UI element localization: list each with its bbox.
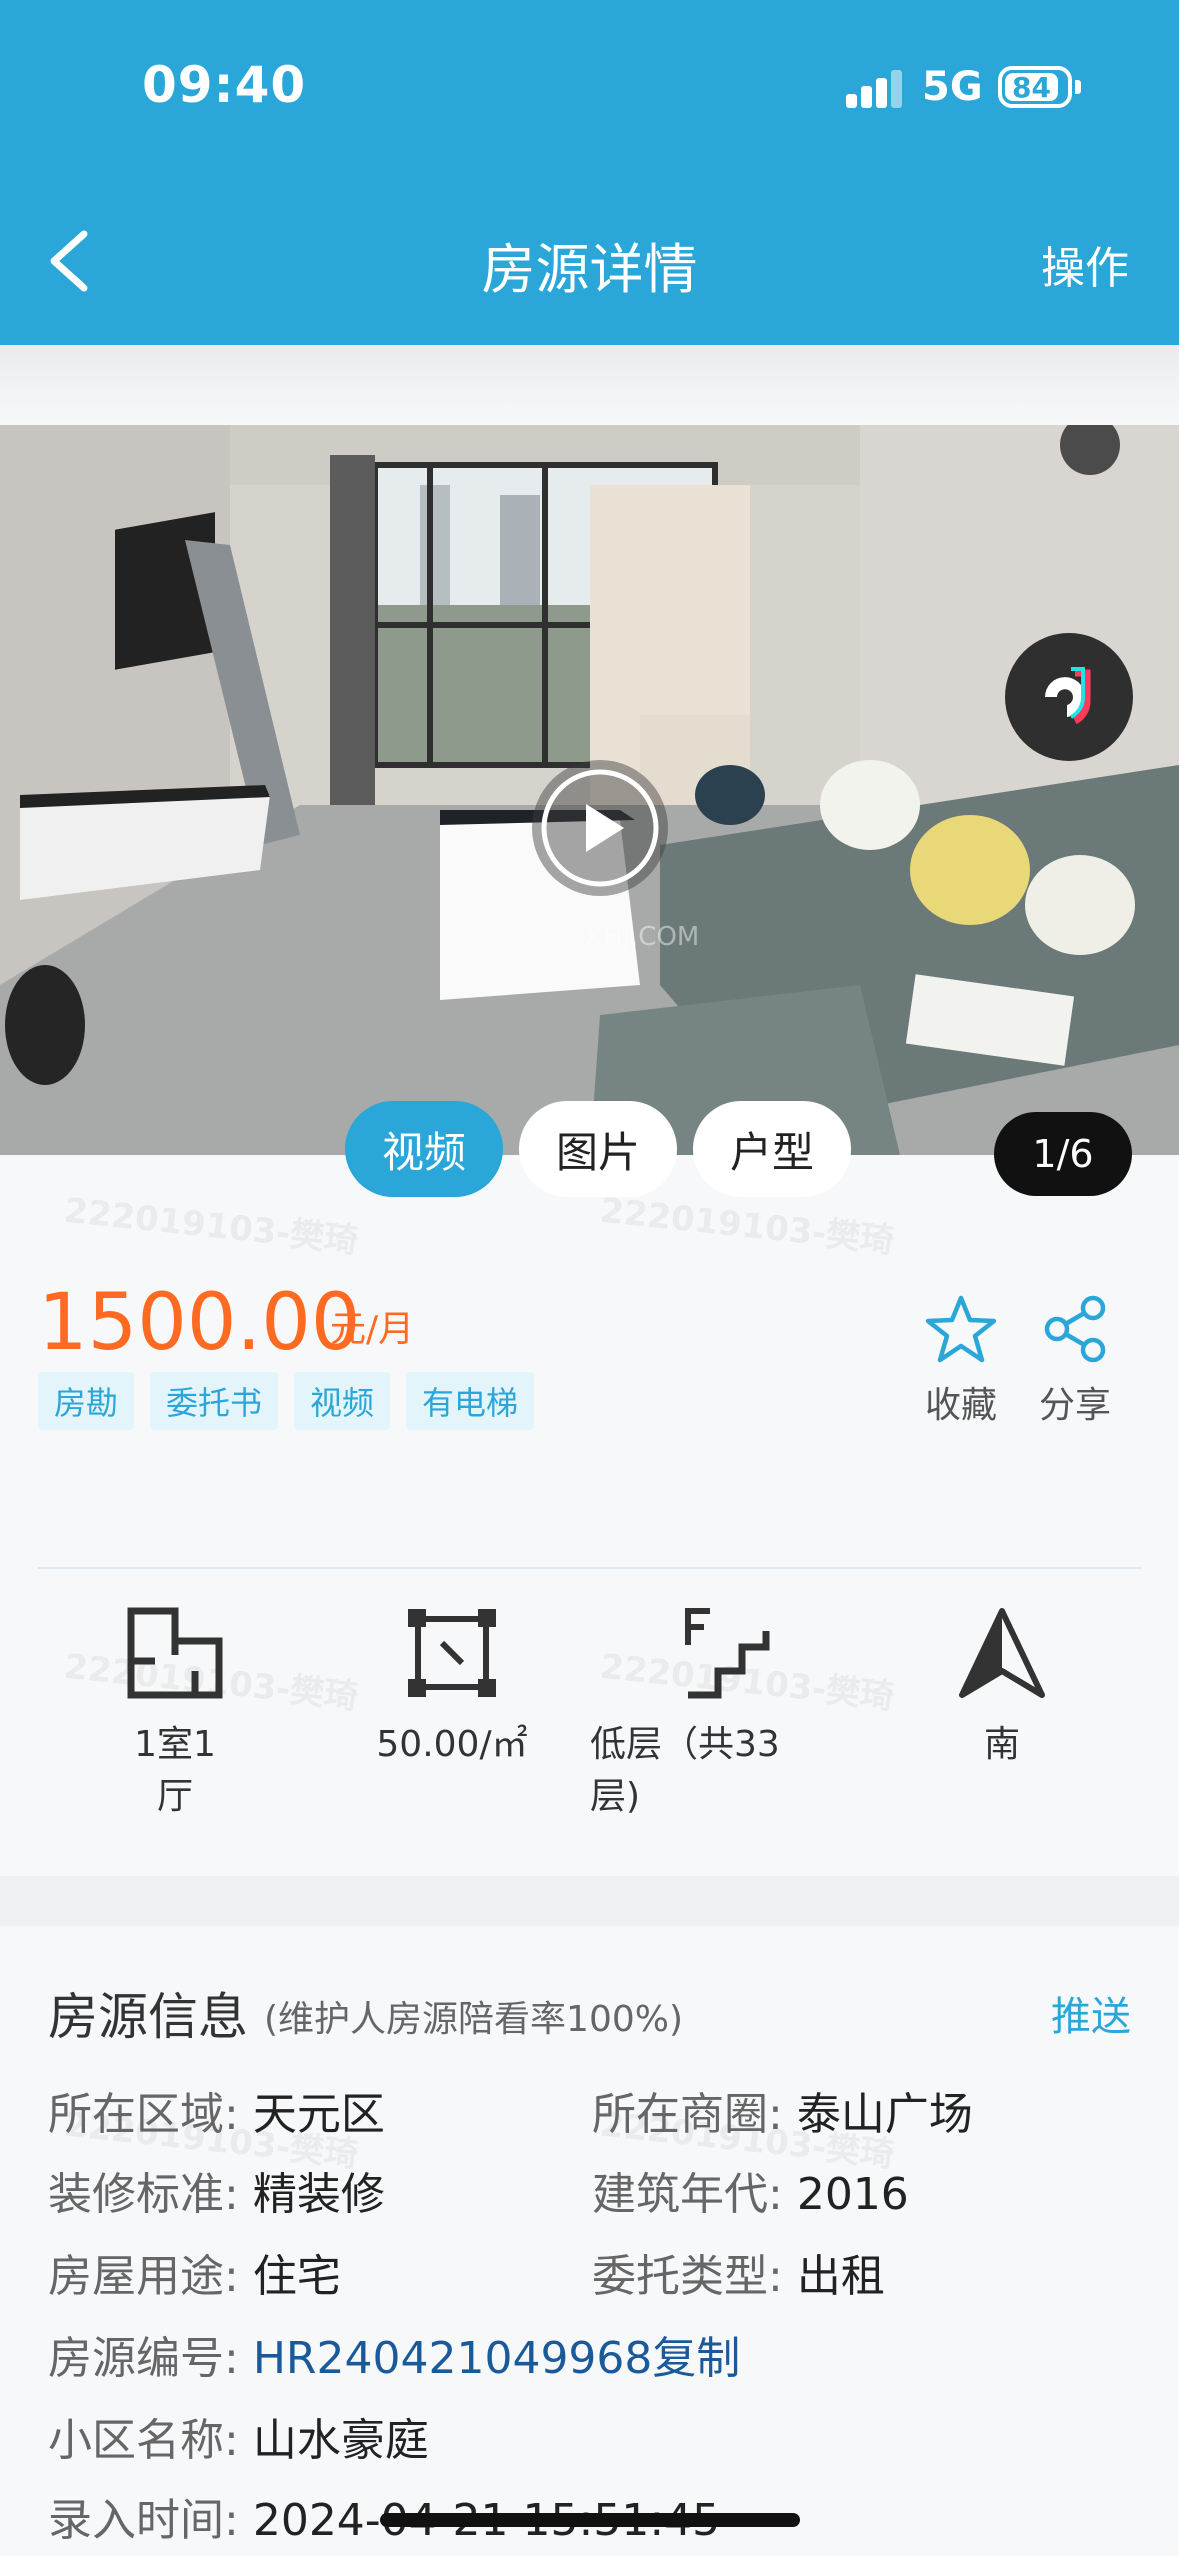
- push-button[interactable]: 推送: [1051, 1984, 1131, 2042]
- feature-orientation-label: 南: [983, 1724, 1020, 1765]
- house-number-value: HR240421049968: [252, 2333, 653, 2384]
- battery-cap: [1075, 80, 1081, 94]
- tag-elevator: 有电梯: [406, 1372, 535, 1430]
- tab-floorplan[interactable]: 户型: [693, 1101, 851, 1197]
- media-counter: 1/6: [994, 1112, 1132, 1196]
- info-entrust-type: 委托类型: 出租: [592, 2240, 885, 2304]
- tab-photos[interactable]: 图片: [519, 1101, 677, 1197]
- info-usage: 房屋用途: 住宅: [48, 2240, 341, 2304]
- usage-key: 房屋用途:: [48, 2251, 239, 2302]
- operate-button[interactable]: 操作: [1041, 232, 1129, 296]
- top-bar: 09:40 5G 84 房源详情 操作: [0, 0, 1179, 345]
- floor-stairs-icon: [685, 1608, 770, 1699]
- feature-area-label: 50.00/㎡: [376, 1724, 528, 1765]
- decoration-key: 装修标准:: [48, 2169, 239, 2220]
- info-business-circle: 所在商圈: 泰山广场: [592, 2078, 973, 2142]
- favorite-label: 收藏: [924, 1385, 997, 1426]
- district-value: 天元区: [252, 2089, 385, 2140]
- header-shadow: [0, 345, 1179, 425]
- share-label: 分享: [1038, 1385, 1111, 1426]
- info-district: 所在区域: 天元区: [48, 2078, 385, 2142]
- network-type: 5G: [922, 64, 983, 110]
- douyin-icon[interactable]: [1005, 633, 1133, 761]
- signal-icon: [846, 68, 906, 108]
- status-time: 09:40: [142, 56, 307, 114]
- share-button[interactable]: 分享: [1030, 1294, 1120, 1428]
- build-year-key: 建筑年代:: [592, 2169, 783, 2220]
- area-icon: [408, 1609, 496, 1697]
- page-title: 房源详情: [481, 238, 698, 301]
- star-icon: [925, 1295, 997, 1363]
- favorite-button[interactable]: 收藏: [916, 1294, 1006, 1428]
- entrust-type-key: 委托类型:: [592, 2251, 783, 2302]
- section-gap: [0, 1876, 1179, 1926]
- build-year-value: 2016: [796, 2169, 909, 2220]
- media-tabs: 视频 图片 户型: [345, 1101, 851, 1197]
- play-video-icon[interactable]: [532, 760, 668, 896]
- community-key: 小区名称:: [48, 2415, 239, 2466]
- info-house-number: 房源编号: HR240421049968复制: [48, 2322, 740, 2386]
- info-community: 小区名称: 山水豪庭: [48, 2404, 429, 2468]
- district-key: 所在区域:: [48, 2089, 239, 2140]
- tag-video: 视频: [294, 1372, 391, 1430]
- house-number-key: 房源编号:: [48, 2333, 239, 2384]
- tag-list: 房勘 委托书 视频 有电梯: [38, 1372, 535, 1430]
- business-circle-key: 所在商圈:: [592, 2089, 783, 2140]
- community-value: 山水豪庭: [252, 2415, 429, 2466]
- copy-button[interactable]: 复制: [652, 2333, 740, 2384]
- home-indicator[interactable]: [380, 2513, 800, 2527]
- entrust-type-value: 出租: [796, 2251, 885, 2302]
- feature-floor-label: 低层（共33: [590, 1724, 780, 1765]
- feature-area: 50.00/㎡: [372, 1605, 532, 1767]
- share-icon: [1044, 1295, 1106, 1363]
- rent-price-unit: 元/月: [330, 1309, 415, 1350]
- section-divider: [38, 1567, 1141, 1569]
- decoration-value: 精装修: [252, 2169, 385, 2220]
- tag-inspection: 房勘: [38, 1372, 135, 1430]
- battery-icon: 84: [998, 66, 1072, 108]
- info-title: 房源信息: [48, 1988, 248, 2046]
- floorplan-icon: [127, 1607, 223, 1699]
- feature-layout: 1室1厅: [120, 1605, 230, 1819]
- watermark: 222019103-樊琦: [62, 1190, 360, 1262]
- tab-video[interactable]: 视频: [345, 1101, 503, 1197]
- info-build-year: 建筑年代: 2016: [592, 2158, 909, 2222]
- rent-price: 1500.00: [38, 1278, 361, 1368]
- business-circle-value: 泰山广场: [796, 2089, 973, 2140]
- orientation-icon: [959, 1608, 1045, 1698]
- usage-value: 住宅: [252, 2251, 341, 2302]
- battery-level: 84: [1005, 73, 1058, 103]
- info-decoration: 装修标准: 精装修: [48, 2158, 385, 2222]
- entry-time-key: 录入时间:: [48, 2495, 239, 2546]
- feature-layout-label: 1室1厅: [134, 1724, 216, 1817]
- tag-entrustment: 委托书: [150, 1372, 279, 1430]
- feature-floor-label-cont: 层): [590, 1776, 641, 1817]
- svg-text:XHJ.COM: XHJ.COM: [585, 922, 699, 952]
- feature-floor: 低层（共33 层): [590, 1605, 800, 1819]
- feature-orientation: 南: [950, 1605, 1054, 1767]
- info-subtitle: (维护人房源陪看率100%): [264, 1999, 684, 2040]
